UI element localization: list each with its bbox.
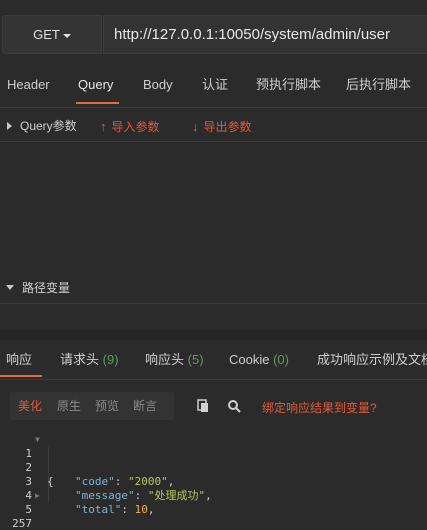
arrow-down-icon: ↓: [192, 119, 199, 134]
tab-response[interactable]: 响应: [0, 340, 43, 379]
url-text: http://127.0.0.1:10050/system/admin/user: [114, 26, 390, 43]
tab-post-script-label: 后执行脚本: [346, 77, 412, 92]
tab-cookie[interactable]: Cookie (0): [229, 340, 289, 379]
tab-pre-script-label: 预执行脚本: [256, 77, 322, 92]
method-label: GET: [33, 27, 60, 42]
tab-success-example-docs-label: 成功响应示例及文档: [317, 352, 427, 367]
import-params-label: 导入参数: [111, 120, 160, 134]
export-params-button[interactable]: ↓ 导出参数: [192, 118, 252, 135]
view-mode-toolbar: 美化 原生 预览 断言: [10, 392, 174, 420]
code-line: 5 ▶ "dataList": []: [0, 489, 427, 516]
fold-arrow-icon[interactable]: ▶: [35, 489, 40, 503]
view-pretty-label: 美化: [18, 399, 43, 413]
line-number: 257: [12, 517, 32, 530]
tab-response-label: 响应: [6, 352, 33, 367]
arrow-up-icon: ↑: [100, 119, 107, 134]
copy-icon[interactable]: [196, 399, 210, 413]
code-line: 2 "code": "2000",: [0, 447, 427, 488]
tab-pre-script[interactable]: 预执行脚本: [256, 70, 321, 107]
response-code-viewer[interactable]: 1 ▼ { 2 "code": "2000", 3 "message": "处理…: [0, 433, 427, 530]
caret-right-icon: [7, 121, 12, 130]
tab-query-label: Query: [78, 77, 114, 92]
view-pretty-button[interactable]: 美化: [18, 392, 42, 420]
code-line: 257 }: [0, 503, 427, 530]
import-params-button[interactable]: ↑ 导入参数: [100, 118, 160, 135]
tab-cookie-count: (0): [273, 352, 289, 367]
bind-response-variable-label: 绑定响应结果到变量?: [262, 401, 377, 415]
path-variables-title: 路径变量: [22, 281, 71, 295]
active-tab-indicator: [0, 375, 43, 377]
panel-divider[interactable]: [0, 330, 427, 340]
response-tabs: 响应 请求头 (9) 响应头 (5) Cookie (0) 成功响应示例及文档: [0, 340, 427, 380]
tab-cookie-label: Cookie: [229, 352, 270, 367]
view-preview-label: 预览: [95, 399, 120, 413]
export-params-label: 导出参数: [203, 120, 252, 134]
fold-arrow-icon[interactable]: ▼: [35, 433, 40, 447]
tab-response-headers-label: 响应头: [145, 352, 185, 367]
view-raw-label: 原生: [57, 399, 82, 413]
search-icon[interactable]: [227, 399, 241, 413]
tab-header[interactable]: Header: [7, 70, 50, 107]
method-select[interactable]: GET: [2, 15, 102, 54]
tab-query[interactable]: Query: [76, 70, 120, 107]
url-bar: GET http://127.0.0.1:10050/system/admin/…: [0, 0, 427, 70]
view-assert-button[interactable]: 断言: [133, 392, 157, 420]
url-input[interactable]: http://127.0.0.1:10050/system/admin/user: [103, 15, 427, 54]
tab-response-headers[interactable]: 响应头 (5): [145, 340, 204, 379]
chevron-down-icon: [62, 33, 71, 38]
code-line: 4 "total": 10,: [0, 475, 427, 516]
view-raw-button[interactable]: 原生: [57, 392, 81, 420]
request-tabs: Header Query Body 认证 预执行脚本 后执行脚本: [0, 70, 427, 108]
view-assert-label: 断言: [133, 399, 158, 413]
tab-body[interactable]: Body: [143, 70, 173, 107]
active-tab-indicator: [76, 102, 120, 104]
tab-request-headers-label: 请求头: [60, 352, 100, 367]
tab-request-headers[interactable]: 请求头 (9): [60, 340, 119, 379]
tab-header-label: Header: [7, 77, 50, 92]
code-line: 3 "message": "处理成功",: [0, 461, 427, 502]
tab-success-example-docs[interactable]: 成功响应示例及文档: [317, 340, 427, 379]
path-variables-header[interactable]: 路径变量: [0, 272, 427, 304]
bind-response-variable-link[interactable]: 绑定响应结果到变量?: [262, 399, 377, 416]
tab-body-label: Body: [143, 77, 173, 92]
caret-down-icon: [6, 285, 14, 290]
tab-post-script[interactable]: 后执行脚本: [346, 70, 411, 107]
view-preview-button[interactable]: 预览: [95, 392, 119, 420]
tab-auth-label: 认证: [202, 77, 229, 92]
tab-auth[interactable]: 认证: [202, 70, 228, 107]
query-params-title: Query参数: [20, 119, 77, 133]
tab-request-headers-count: (9): [102, 352, 119, 367]
code-line: 1 ▼ {: [0, 433, 427, 488]
tab-response-headers-count: (5): [187, 352, 204, 367]
